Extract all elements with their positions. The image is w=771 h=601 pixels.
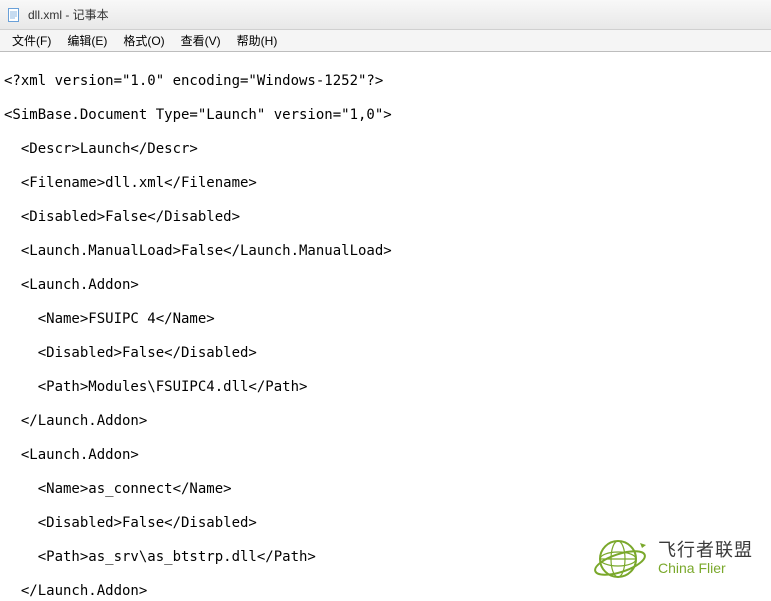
globe-logo-icon bbox=[590, 533, 650, 585]
code-line: </Launch.Addon> bbox=[4, 413, 767, 430]
code-line: <Descr>Launch</Descr> bbox=[4, 141, 767, 158]
code-line: <Launch.Addon> bbox=[4, 277, 767, 294]
watermark: 飞行者联盟 China Flier bbox=[590, 533, 753, 585]
window-title: dll.xml - 记事本 bbox=[28, 6, 109, 23]
code-line: <SimBase.Document Type="Launch" version=… bbox=[4, 107, 767, 124]
code-line: <?xml version="1.0" encoding="Windows-12… bbox=[4, 73, 767, 90]
code-line: <Launch.Addon> bbox=[4, 447, 767, 464]
menu-file[interactable]: 文件(F) bbox=[4, 30, 59, 51]
menu-view[interactable]: 查看(V) bbox=[173, 30, 229, 51]
watermark-en: China Flier bbox=[658, 561, 753, 576]
code-line: <Disabled>False</Disabled> bbox=[4, 515, 767, 532]
menu-edit[interactable]: 编辑(E) bbox=[59, 30, 115, 51]
code-line: <Disabled>False</Disabled> bbox=[4, 345, 767, 362]
menu-help[interactable]: 帮助(H) bbox=[229, 30, 286, 51]
code-line: <Name>as_connect</Name> bbox=[4, 481, 767, 498]
titlebar: dll.xml - 记事本 bbox=[0, 0, 771, 30]
watermark-text: 飞行者联盟 China Flier bbox=[658, 541, 753, 576]
document-icon bbox=[6, 7, 22, 23]
code-line: <Path>Modules\FSUIPC4.dll</Path> bbox=[4, 379, 767, 396]
menu-format[interactable]: 格式(O) bbox=[115, 30, 172, 51]
code-line: </Launch.Addon> bbox=[4, 583, 767, 600]
code-line: <Launch.ManualLoad>False</Launch.ManualL… bbox=[4, 243, 767, 260]
menubar: 文件(F) 编辑(E) 格式(O) 查看(V) 帮助(H) bbox=[0, 30, 771, 52]
code-line: <Name>FSUIPC 4</Name> bbox=[4, 311, 767, 328]
text-editor-content[interactable]: <?xml version="1.0" encoding="Windows-12… bbox=[0, 52, 771, 601]
code-line: <Disabled>False</Disabled> bbox=[4, 209, 767, 226]
code-line: <Filename>dll.xml</Filename> bbox=[4, 175, 767, 192]
watermark-cn: 飞行者联盟 bbox=[658, 541, 753, 561]
